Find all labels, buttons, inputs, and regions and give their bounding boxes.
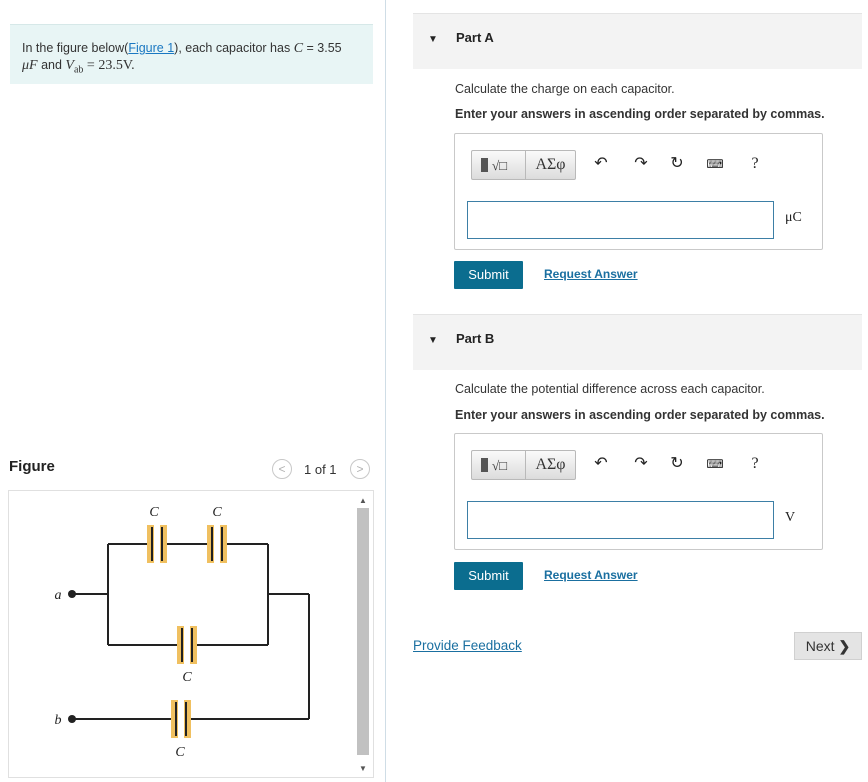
part-a-submit-button[interactable]: Submit [454,261,523,289]
next-figure-button[interactable]: > [350,459,370,479]
prev-figure-button[interactable]: < [272,459,292,479]
microfarad-unit: μF [22,58,38,73]
templates-icon[interactable]: √□ [471,450,526,480]
figure-heading: Figure [9,458,55,475]
problem-prefix: In the figure below( [22,41,129,55]
part-a-header[interactable]: ▼ Part A [413,13,862,69]
part-b-instruction: Calculate the potential difference acros… [455,382,765,396]
part-b-submit-button[interactable]: Submit [454,562,523,590]
and-text: and [37,58,66,72]
part-a-toolbar: √□ ΑΣφ [471,148,576,182]
part-b-title: Part B [456,331,495,346]
v-value: = 23.5V. [83,58,135,73]
part-a-answer-input[interactable] [467,201,774,239]
undo-icon[interactable]: ↶ [591,454,611,474]
collapse-triangle-icon[interactable]: ▼ [428,335,438,346]
part-b-request-answer-link[interactable]: Request Answer [544,568,638,582]
scroll-down-icon[interactable]: ▼ [359,764,367,773]
help-icon[interactable]: ? [745,154,765,174]
part-b-toolbar: √□ ΑΣφ [471,448,576,482]
redo-icon[interactable]: ↷ [631,154,651,174]
chevron-right-icon: ❯ [838,638,851,654]
help-icon[interactable]: ? [745,454,765,474]
figure-panel [8,490,374,778]
v-symbol: V [65,58,74,73]
part-a-instruction: Calculate the charge on each capacitor. [455,82,675,96]
column-divider [385,0,386,782]
keyboard-icon[interactable]: ⌨ [705,454,725,474]
c-symbol: C [293,41,304,56]
scroll-up-icon[interactable]: ▲ [359,496,367,505]
v-subscript: ab [73,64,84,76]
keyboard-icon[interactable]: ⌨ [705,154,725,174]
part-a-answer-box: √□ ΑΣφ ↶ ↷ ↻ ⌨ ? μC [454,133,823,250]
part-a-request-answer-link[interactable]: Request Answer [544,267,638,281]
part-b-emphasis: Enter your answers in ascending order se… [455,408,825,422]
collapse-triangle-icon[interactable]: ▼ [428,34,438,45]
next-label: Next [805,638,835,654]
svg-text:√□: √□ [492,458,507,473]
provide-feedback-link[interactable]: Provide Feedback [413,638,522,653]
c-value: = 3.55 [303,41,342,55]
problem-statement: In the figure below(Figure 1), each capa… [10,24,373,84]
undo-icon[interactable]: ↶ [591,154,611,174]
part-b-answer-input[interactable] [467,501,774,539]
part-b-unit: V [785,510,796,525]
figure-link[interactable]: Figure 1 [128,41,174,55]
greek-symbols-button[interactable]: ΑΣφ [526,150,576,180]
redo-icon[interactable]: ↷ [631,454,651,474]
problem-middle: ), each capacitor has [174,41,294,55]
part-b-answer-box: √□ ΑΣφ ↶ ↷ ↻ ⌨ ? V [454,433,823,550]
svg-text:√□: √□ [492,158,507,173]
reset-icon[interactable]: ↻ [667,154,687,174]
greek-symbols-button[interactable]: ΑΣφ [526,450,576,480]
part-b-header[interactable]: ▼ Part B [413,314,862,370]
figure-scrollbar[interactable] [357,508,369,755]
part-a-unit: μC [785,210,802,225]
part-a-emphasis: Enter your answers in ascending order se… [455,107,825,121]
templates-icon[interactable]: √□ [471,150,526,180]
next-button[interactable]: Next ❯ [794,632,862,660]
part-a-title: Part A [456,30,494,45]
figure-page-count: 1 of 1 [304,462,337,477]
reset-icon[interactable]: ↻ [667,454,687,474]
